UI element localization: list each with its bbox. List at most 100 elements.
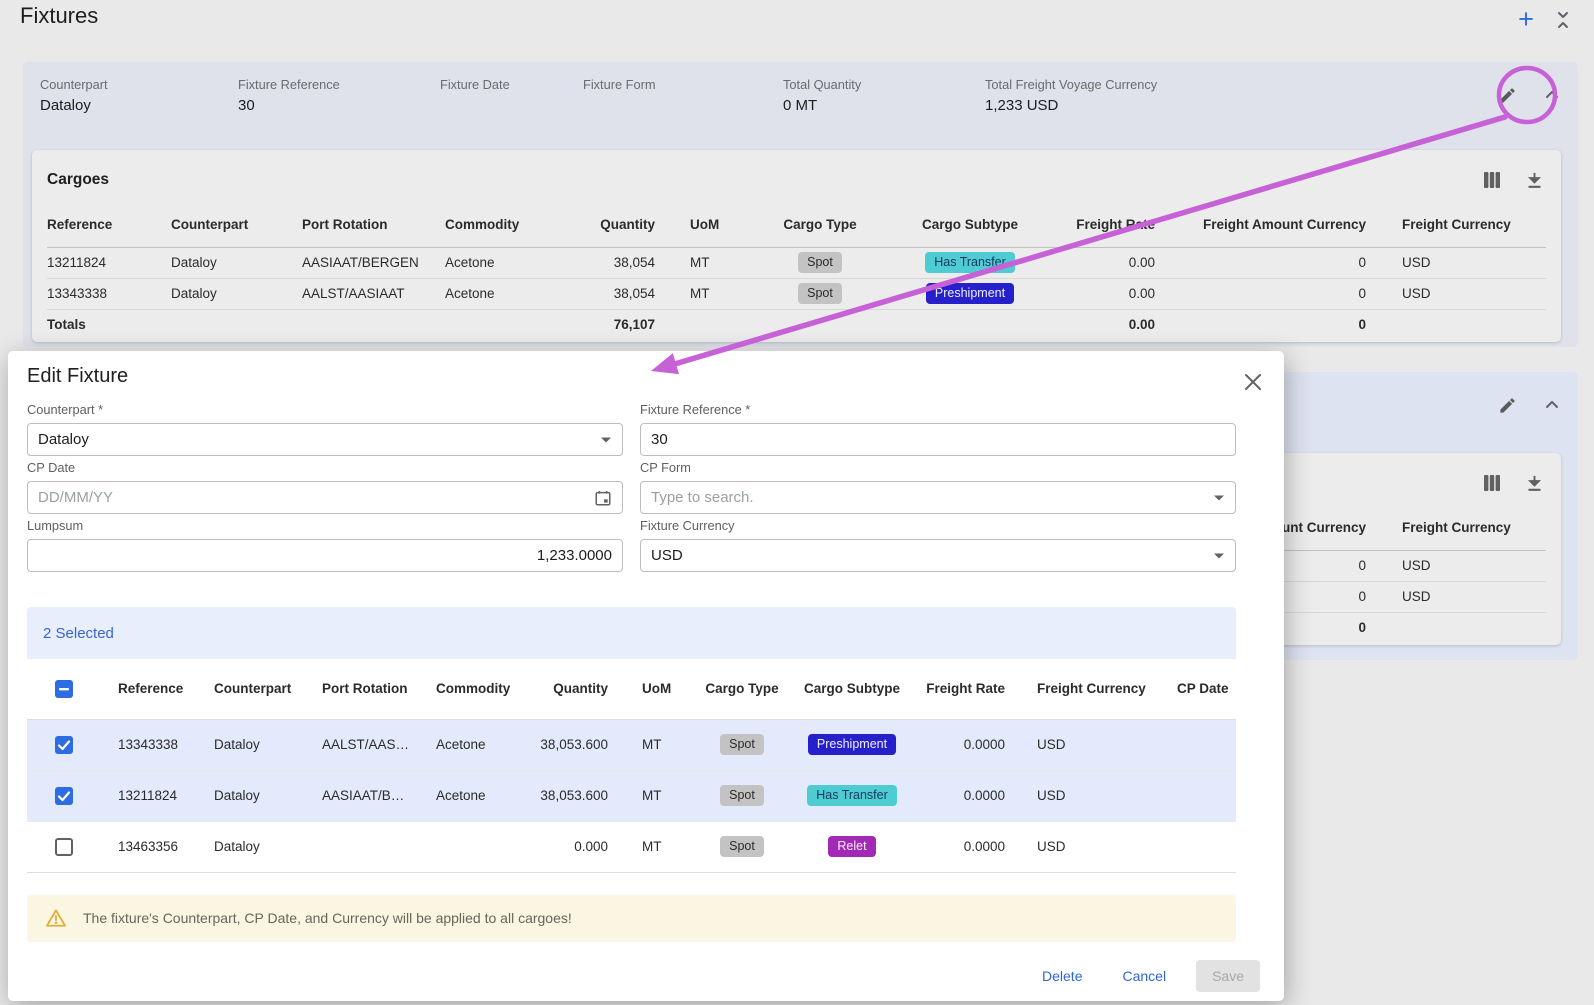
- cargoes-card: Cargoes Reference Counterpart Port Rotat…: [32, 150, 1561, 342]
- cargo-row[interactable]: 13343338 Dataloy AALST/AAS… Acetone 38,0…: [27, 719, 1236, 770]
- edit-fixture-button[interactable]: [1495, 393, 1519, 417]
- summary-label: Counterpart: [40, 77, 238, 92]
- edit-fixture-button[interactable]: [1495, 83, 1519, 107]
- fixture-card: CounterpartDataloy Fixture Reference30 F…: [23, 62, 1578, 347]
- cancel-button[interactable]: Cancel: [1112, 960, 1176, 992]
- column-header[interactable]: Cargo Subtype: [797, 659, 907, 719]
- collapse-card-button[interactable]: [1540, 393, 1564, 417]
- column-header[interactable]: CP Date: [1152, 659, 1236, 719]
- column-header[interactable]: Freight Currency: [1366, 505, 1546, 550]
- cargo-row[interactable]: 13343338 Dataloy AALST/AASIAAT Acetone 3…: [47, 278, 1546, 309]
- row-checkbox-checked[interactable]: [55, 787, 73, 805]
- download-icon: [1525, 171, 1544, 190]
- column-header[interactable]: UoM: [610, 659, 687, 719]
- save-button[interactable]: Save: [1196, 960, 1260, 992]
- cargo-row[interactable]: 13463356 Dataloy 0.000 MT Spot Relet 0.0…: [27, 821, 1236, 872]
- summary-label: Total Freight Voyage Currency: [985, 77, 1495, 92]
- lumpsum-field: [27, 539, 623, 572]
- fixture-reference-field: [640, 423, 1236, 456]
- row-checkbox-checked[interactable]: [55, 736, 73, 754]
- chevron-up-icon: [1544, 397, 1560, 413]
- cargo-subtype-badge: Preshipment: [926, 283, 1014, 304]
- cargo-type-badge: Spot: [720, 836, 764, 857]
- summary-label: Fixture Reference: [238, 77, 440, 92]
- column-header[interactable]: Reference: [101, 659, 197, 719]
- column-header[interactable]: Cargo Type: [745, 202, 895, 247]
- cargo-row[interactable]: 13211824 Dataloy AASIAAT/BERGEN Acetone …: [47, 247, 1546, 278]
- cargo-type-badge: Spot: [720, 785, 764, 806]
- cp-form-field: [640, 481, 1236, 514]
- cargo-row[interactable]: 13211824 Dataloy AASIAAT/B… Acetone 38,0…: [27, 770, 1236, 821]
- column-header[interactable]: Freight Currency: [1366, 202, 1546, 247]
- cargoes-title: Cargoes: [47, 171, 109, 189]
- cp-date-label: CP Date: [27, 460, 623, 475]
- summary-value: 1,233 USD: [985, 97, 1495, 114]
- counterpart-select[interactable]: Dataloy: [27, 423, 623, 456]
- cp-form-input[interactable]: [651, 489, 1213, 506]
- column-header[interactable]: Counterpart: [171, 202, 302, 247]
- page-header: Fixtures +: [0, 0, 1594, 44]
- column-header[interactable]: Cargo Type: [687, 659, 797, 719]
- column-header[interactable]: Commodity: [419, 659, 533, 719]
- row-checkbox-unchecked[interactable]: [55, 838, 73, 856]
- cp-date-field: [27, 481, 623, 514]
- column-header[interactable]: Counterpart: [197, 659, 305, 719]
- fixture-summary: CounterpartDataloy Fixture Reference30 F…: [23, 62, 1578, 140]
- lumpsum-label: Lumpsum: [27, 518, 623, 533]
- warning-triangle-icon: [45, 908, 67, 928]
- collapse-all-button[interactable]: [1553, 10, 1573, 30]
- fixture-reference-input[interactable]: [651, 431, 1225, 448]
- warning-banner: The fixture's Counterpart, CP Date, and …: [27, 895, 1236, 942]
- cargo-subtype-badge: Has Transfer: [925, 252, 1015, 273]
- column-header[interactable]: Commodity: [445, 202, 575, 247]
- summary-value: 0 MT: [783, 97, 985, 114]
- download-button[interactable]: [1522, 168, 1546, 192]
- column-header[interactable]: Cargo Subtype: [895, 202, 1045, 247]
- column-header[interactable]: Quantity: [575, 202, 655, 247]
- cargo-selection-table: Reference Counterpart Port Rotation Comm…: [27, 659, 1236, 873]
- selected-count: 2 Selected: [43, 625, 114, 642]
- close-button[interactable]: [1242, 371, 1264, 393]
- calendar-icon[interactable]: [594, 489, 612, 507]
- column-header[interactable]: Freight Rate: [907, 659, 1012, 719]
- pencil-icon: [1498, 86, 1517, 105]
- unfold-less-icon: [1553, 10, 1573, 30]
- cargo-subtype-badge: Preshipment: [808, 734, 896, 755]
- summary-label: Total Quantity: [783, 77, 985, 92]
- column-header[interactable]: Port Rotation: [302, 202, 445, 247]
- warning-text: The fixture's Counterpart, CP Date, and …: [83, 910, 572, 926]
- add-fixture-button[interactable]: +: [1512, 6, 1540, 34]
- fixture-currency-label: Fixture Currency: [640, 518, 1236, 533]
- columns-button[interactable]: [1480, 471, 1504, 495]
- summary-value: 30: [238, 97, 440, 114]
- column-header[interactable]: Port Rotation: [305, 659, 419, 719]
- select-all-checkbox[interactable]: [55, 680, 73, 698]
- cargo-type-badge: Spot: [798, 283, 842, 304]
- fixture-currency-select[interactable]: USD: [640, 539, 1236, 572]
- plus-icon: +: [1518, 4, 1534, 34]
- column-header[interactable]: Freight Rate: [1045, 202, 1155, 247]
- collapse-card-button[interactable]: [1540, 83, 1564, 107]
- summary-label: Fixture Date: [440, 77, 583, 92]
- page-title: Fixtures: [20, 3, 98, 29]
- column-header[interactable]: Quantity: [533, 659, 610, 719]
- column-header[interactable]: Freight Amount Currency: [1155, 202, 1366, 247]
- delete-button[interactable]: Delete: [1032, 960, 1092, 992]
- cp-date-input[interactable]: [38, 489, 594, 506]
- download-icon: [1525, 474, 1544, 493]
- cargo-type-badge: Spot: [798, 252, 842, 273]
- fixture-reference-label: Fixture Reference *: [640, 402, 1236, 417]
- column-header[interactable]: Reference: [47, 202, 171, 247]
- edit-fixture-modal: Edit Fixture Counterpart * Dataloy CP Da…: [8, 351, 1284, 1001]
- column-header[interactable]: Freight Currency: [1012, 659, 1152, 719]
- summary-label: Fixture Form: [583, 77, 783, 92]
- caret-down-icon: [600, 436, 612, 444]
- lumpsum-input[interactable]: [38, 547, 612, 564]
- pencil-icon: [1498, 396, 1517, 415]
- download-button[interactable]: [1522, 471, 1546, 495]
- modal-title: Edit Fixture: [27, 365, 1284, 388]
- column-header[interactable]: UoM: [655, 202, 745, 247]
- caret-down-icon: [1213, 552, 1225, 560]
- columns-button[interactable]: [1480, 168, 1504, 192]
- totals-row: Totals 76,107 0.00 0: [47, 309, 1546, 340]
